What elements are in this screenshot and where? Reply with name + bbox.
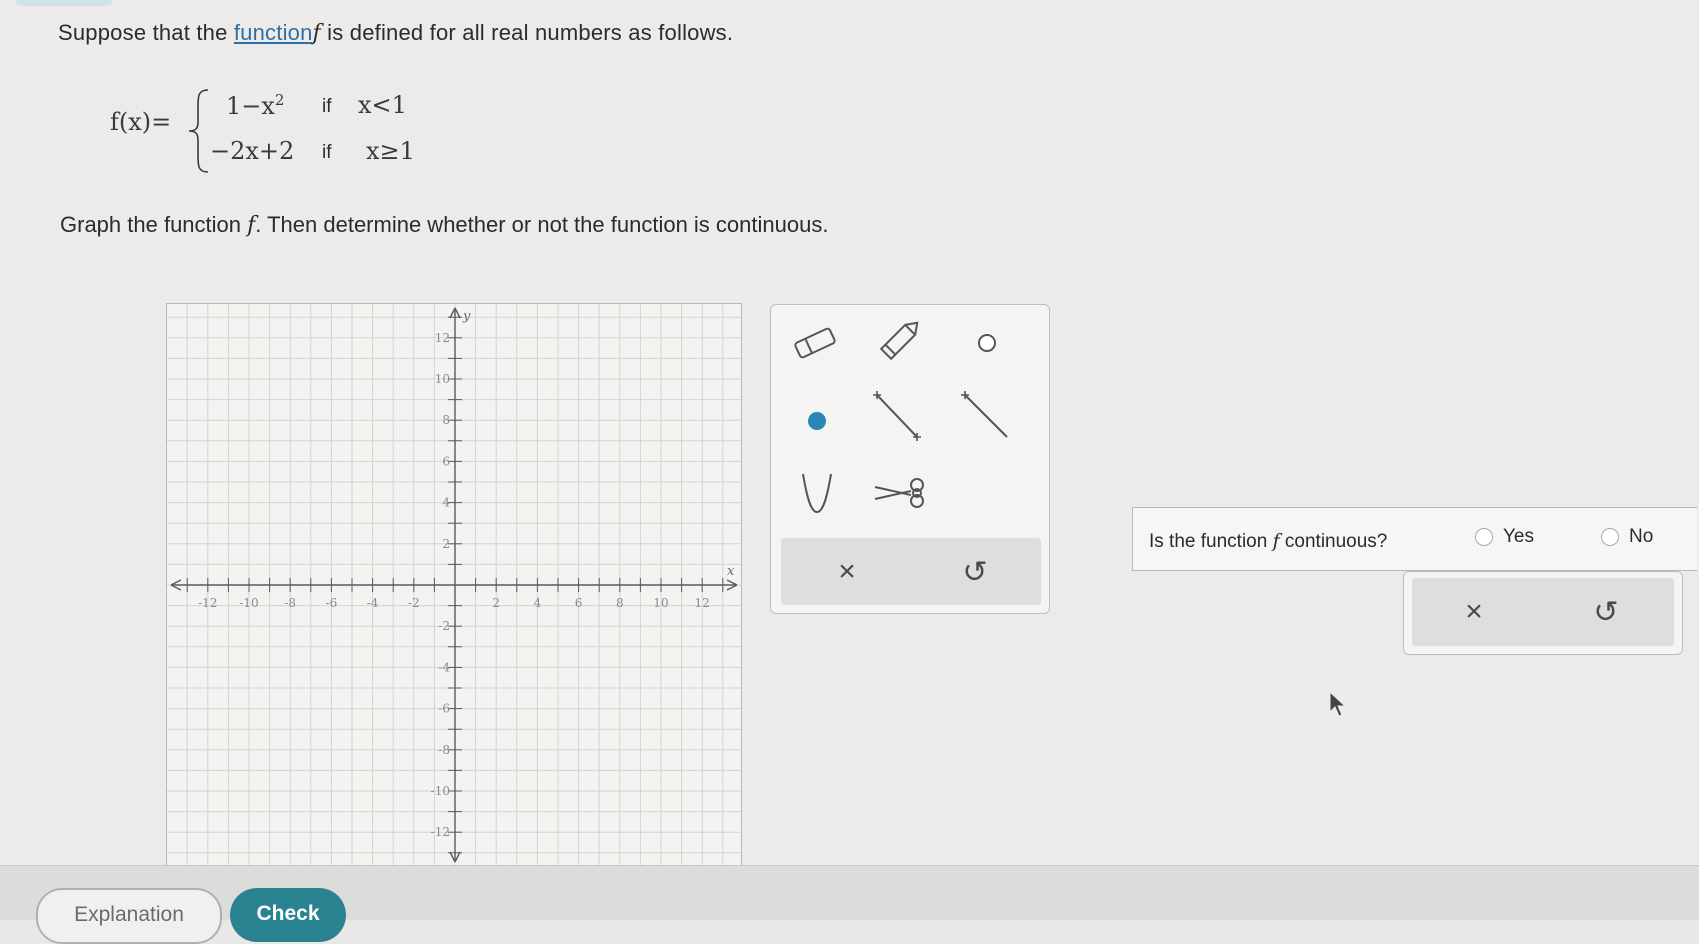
problem-page: Suppose that the functionf is defined fo… <box>0 0 1699 866</box>
y-tick-label: -2 <box>438 619 450 633</box>
x-tick-label: -6 <box>326 596 338 610</box>
clear-graph-button[interactable]: × <box>817 550 877 594</box>
y-tick-label: -8 <box>438 743 450 757</box>
coordinate-grid[interactable]: -12 -10 -8 -6 -4 -2 2 4 6 8 10 12 12 10 8 6 4 2 -2 -4 -6 -8 -1… <box>167 304 741 866</box>
y-tick-label: 12 <box>435 331 450 345</box>
x-tick-label: 6 <box>575 596 583 610</box>
yes-radio-circle[interactable] <box>1475 528 1493 546</box>
x-tick-label: -4 <box>367 596 379 610</box>
x-axis-label: x <box>727 564 735 579</box>
drawing-toolbox: × ↺ <box>770 304 1050 614</box>
x-tick-label: -10 <box>239 596 258 610</box>
piece1-condition: x<1 <box>358 91 407 119</box>
undo-graph-button[interactable]: ↺ <box>945 550 1005 594</box>
no-radio-circle[interactable] <box>1601 528 1619 546</box>
parabola-icon[interactable] <box>787 463 847 523</box>
toolbox-actions: × ↺ <box>781 538 1041 605</box>
x-tick-label: 4 <box>534 596 542 610</box>
closed-point-icon[interactable] <box>787 391 847 451</box>
yes-label: Yes <box>1503 526 1534 547</box>
x-tick-label: 10 <box>653 596 668 610</box>
segment-icon[interactable] <box>867 387 927 447</box>
instruction-text: Graph the function f. Then determine whe… <box>60 212 829 238</box>
x-tick-label: -12 <box>198 596 217 610</box>
piece1-expression: 1−x2 <box>226 91 285 120</box>
no-label: No <box>1629 526 1654 547</box>
x-tick-label: -2 <box>408 596 420 610</box>
undo-answer-button[interactable]: ↺ <box>1576 590 1636 634</box>
x-tick-label: 12 <box>695 596 710 610</box>
function-glossary-link[interactable]: function <box>234 20 313 45</box>
graphing-canvas[interactable]: -12 -10 -8 -6 -4 -2 2 4 6 8 10 12 12 10 8 6 4 2 -2 -4 -6 -8 -1… <box>166 303 742 866</box>
scissors-icon[interactable] <box>871 463 931 523</box>
piece2-condition: x≥1 <box>366 137 415 165</box>
x-tick-label: 2 <box>492 596 500 610</box>
prompt-text-start: Suppose that the <box>58 20 234 45</box>
top-tab <box>16 0 112 6</box>
clear-answer-button[interactable]: × <box>1444 590 1504 634</box>
y-tick-label: 6 <box>442 454 450 468</box>
piece2-if: if <box>322 142 332 163</box>
piece2-expression: −2x+2 <box>210 137 295 165</box>
mouse-cursor-icon <box>1329 690 1347 717</box>
problem-prompt: Suppose that the functionf is defined fo… <box>58 20 733 46</box>
continuity-question: Is the function f continuous? Yes No <box>1132 507 1697 571</box>
y-axis-label: y <box>462 309 471 324</box>
prompt-text-end: is defined for all real numbers as follo… <box>320 20 734 45</box>
no-radio[interactable]: No <box>1601 526 1653 548</box>
y-tick-label: -6 <box>438 702 450 716</box>
y-tick-label: 2 <box>442 537 450 551</box>
ray-icon[interactable] <box>957 387 1017 447</box>
answer-actions: × ↺ <box>1403 571 1683 655</box>
y-tick-label: 10 <box>435 372 450 386</box>
explanation-button[interactable]: Explanation <box>36 888 222 944</box>
pencil-icon[interactable] <box>871 309 931 369</box>
fx-label: f(x)= <box>110 108 172 136</box>
y-tick-label: -10 <box>431 784 450 798</box>
y-tick-label: 4 <box>442 496 450 510</box>
yes-radio[interactable]: Yes <box>1475 526 1534 548</box>
y-tick-label: -4 <box>438 660 450 674</box>
y-tick-label: -12 <box>431 825 450 839</box>
open-circle-icon[interactable] <box>957 313 1017 373</box>
eraser-icon[interactable] <box>785 313 845 373</box>
question-text: Is the function f continuous? <box>1149 530 1388 552</box>
prompt-function-name: f <box>312 21 321 46</box>
x-tick-label: 8 <box>616 596 624 610</box>
brace-icon <box>188 89 209 173</box>
y-tick-label: 8 <box>442 413 450 427</box>
x-tick-label: -8 <box>284 596 296 610</box>
piece1-if: if <box>322 96 332 117</box>
check-button[interactable]: Check <box>230 888 346 942</box>
